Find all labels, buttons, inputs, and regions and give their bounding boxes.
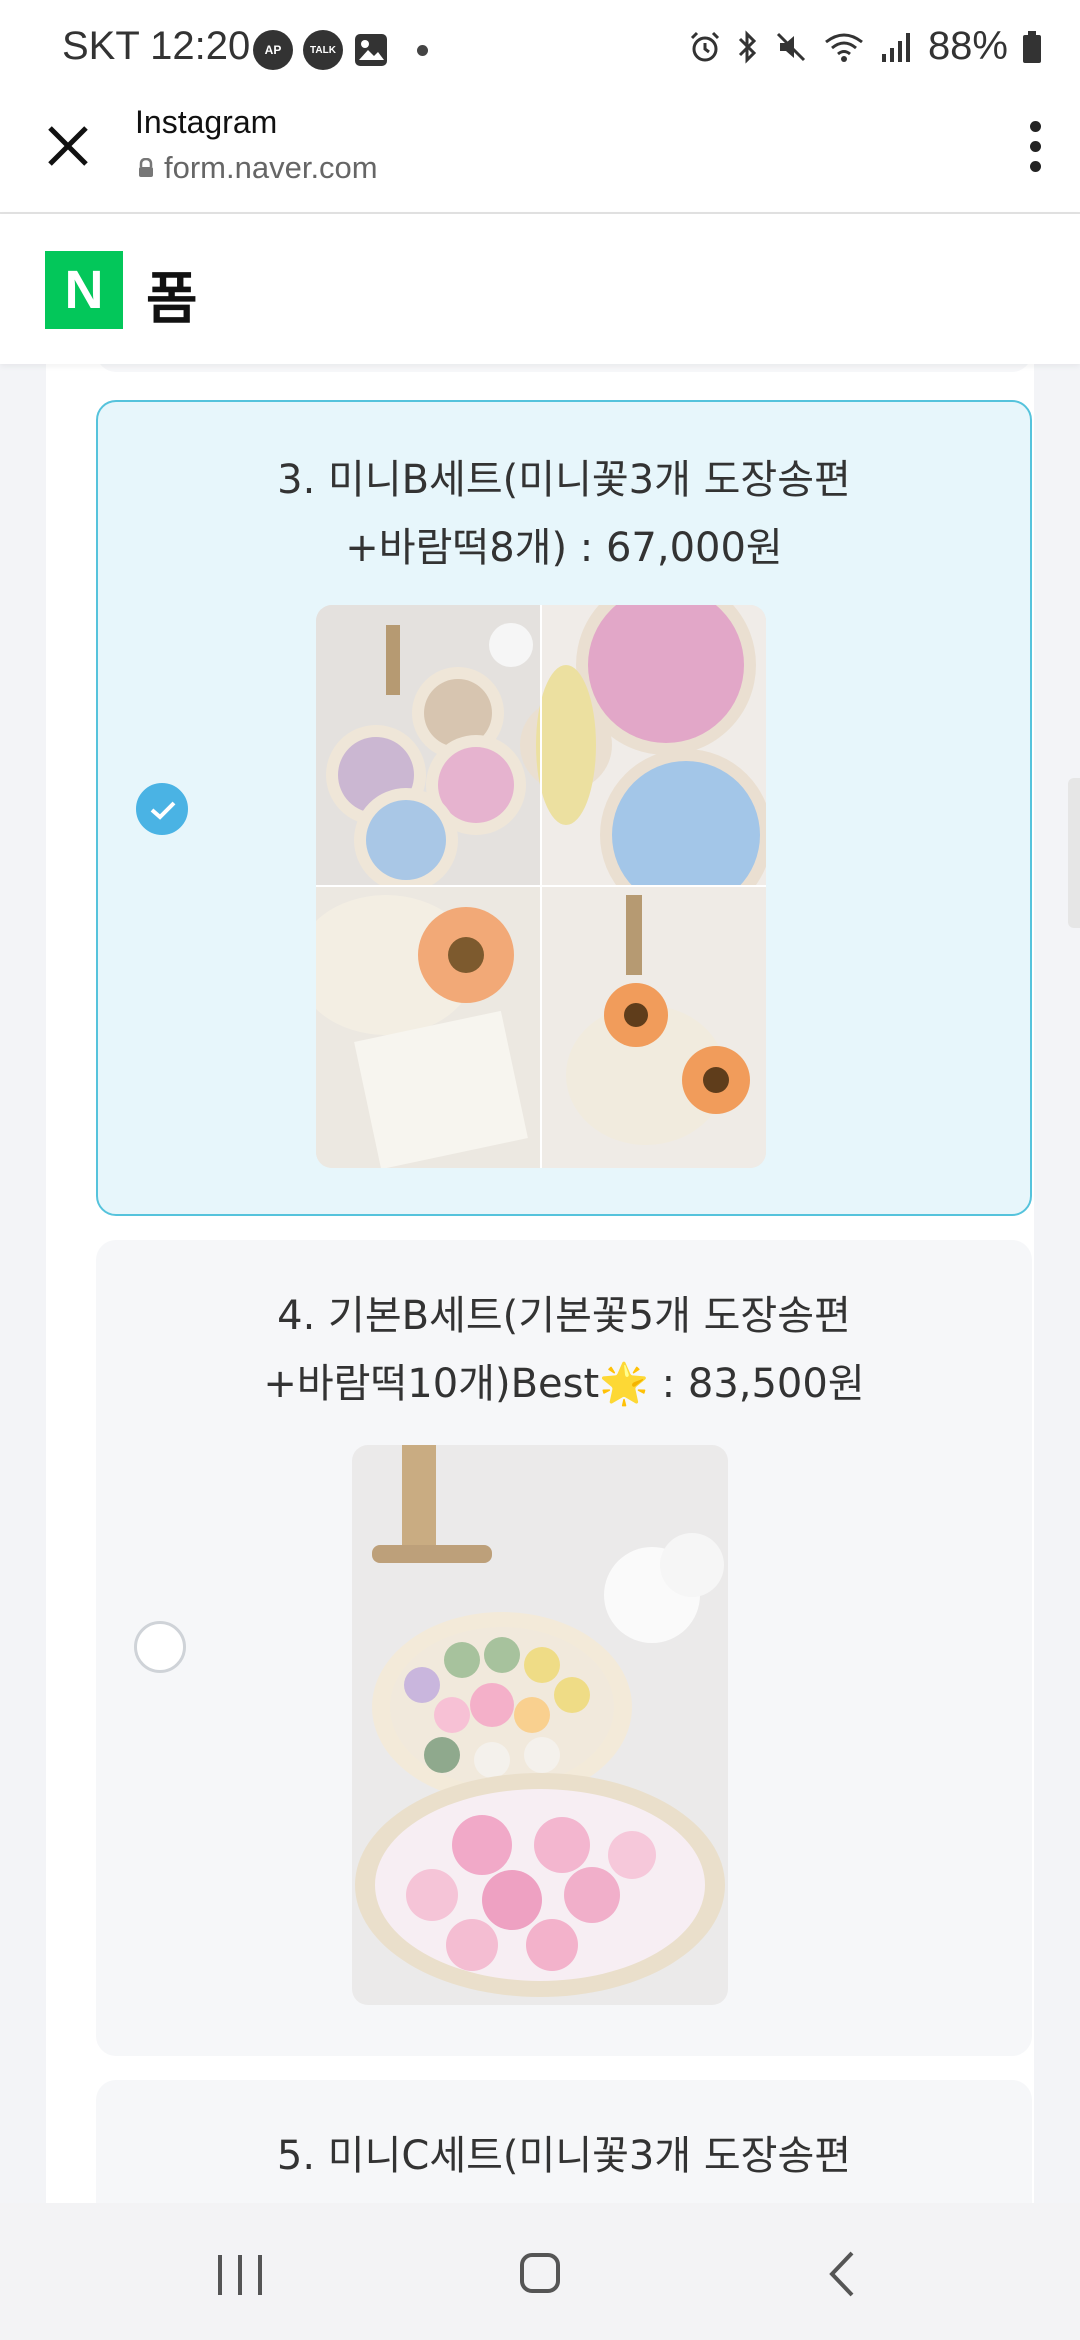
option-4[interactable]: 4. 기본B세트(기본꽃5개 도장송편 +바람떡10개)Best🌟 : 83,5… xyxy=(96,1240,1032,2056)
status-time: SKT 12:20 xyxy=(62,24,251,68)
ap-notification-icon: AP xyxy=(253,30,293,70)
wifi-icon xyxy=(825,33,863,62)
more-options-icon[interactable] xyxy=(1020,116,1050,176)
alarm-icon xyxy=(690,31,719,61)
naver-logo: N xyxy=(45,251,123,329)
status-bar: SKT 12:20 AP TALK 88% xyxy=(0,0,1080,100)
option-4-photo xyxy=(352,1445,728,2005)
form-title: 폼 xyxy=(146,267,198,332)
battery-icon xyxy=(1023,30,1041,63)
browser-url: form.naver.com xyxy=(138,150,378,186)
kakaotalk-notification-icon: TALK xyxy=(303,30,343,70)
mute-icon xyxy=(776,32,805,61)
signal-icon xyxy=(881,32,910,62)
url-text: form.naver.com xyxy=(164,150,378,185)
option-3-photo xyxy=(316,605,766,1168)
image-notification-icon xyxy=(355,34,387,66)
more-notifications-icon xyxy=(417,44,428,56)
scrollbar[interactable] xyxy=(1068,778,1080,928)
option-3-radio[interactable] xyxy=(136,783,188,835)
navigation-bar xyxy=(0,2203,1080,2340)
form-content: 3. 미니B세트(미니꽃3개 도장송편 +바람떡8개) : 67,000원 4.… xyxy=(46,340,1034,2280)
browser-header: Instagram form.naver.com xyxy=(0,100,1080,214)
lock-icon xyxy=(139,158,153,177)
notification-icons: AP TALK xyxy=(253,30,428,70)
recents-icon[interactable] xyxy=(218,2255,262,2295)
check-icon xyxy=(150,801,176,820)
close-icon[interactable] xyxy=(42,120,94,172)
home-icon[interactable] xyxy=(520,2253,560,2293)
back-icon[interactable] xyxy=(826,2249,856,2299)
option-3-label: 3. 미니B세트(미니꽃3개 도장송편 +바람떡8개) : 67,000원 xyxy=(277,457,851,571)
form-header: N 폼 xyxy=(0,214,1080,364)
option-5-label: 5. 미니C세트(미니꽃3개 도장송편 xyxy=(276,2133,852,2179)
option-4-label: 4. 기본B세트(기본꽃5개 도장송편 +바람떡10개)Best🌟 : 83,5… xyxy=(263,1293,865,1407)
option-3[interactable]: 3. 미니B세트(미니꽃3개 도장송편 +바람떡8개) : 67,000원 xyxy=(96,400,1032,1216)
browser-app-name: Instagram xyxy=(135,104,278,140)
option-4-radio[interactable] xyxy=(134,1621,186,1673)
battery-percent: 88% xyxy=(927,24,1008,68)
bluetooth-icon xyxy=(738,29,757,64)
status-right: 88% xyxy=(688,24,1042,69)
